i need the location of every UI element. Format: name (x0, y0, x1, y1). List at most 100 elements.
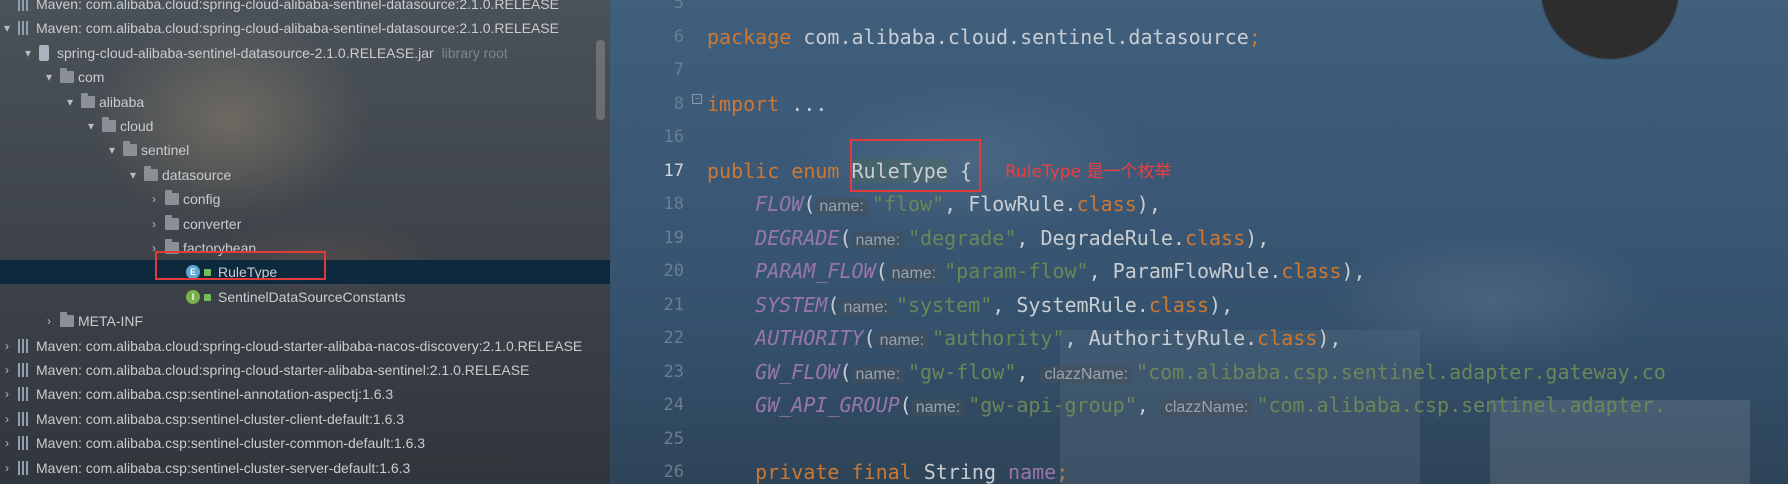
code-line[interactable]: GW_FLOW(name: "gw-flow", clazzName: "com.a… (707, 356, 1666, 389)
code-token: package (707, 24, 804, 49)
chevron-down-icon[interactable]: ▾ (105, 138, 119, 162)
tree-row[interactable]: ▾ spring-cloud-alibaba-sentinel-datasourc… (0, 41, 610, 65)
code-token: name (1008, 460, 1057, 484)
library-icon (18, 0, 30, 11)
code-token: ( (803, 192, 816, 216)
line-number: 16 (663, 127, 684, 147)
code-token: ( (839, 225, 852, 250)
highlight-box-editor-ruletype (850, 139, 981, 192)
chevron-right-icon[interactable]: › (0, 382, 14, 406)
parameter-hint: clazzName: (1040, 365, 1133, 383)
code-line[interactable]: DEGRADE(name: "degrade", DegradeRule.clas… (707, 222, 1269, 255)
line-number: 8 (673, 93, 684, 114)
chevron-right-icon[interactable]: › (147, 212, 161, 236)
chevron-right-icon[interactable]: › (0, 456, 14, 480)
code-token: ; (1056, 460, 1069, 484)
tree-row[interactable]: › Maven: com.alibaba.csp:sentinel-cluster… (0, 456, 610, 480)
tree-row[interactable]: › converter (0, 212, 610, 236)
tree-item-label: Maven: com.alibaba.cloud:spring-cloud-al… (36, 20, 559, 37)
code-line[interactable]: package com.alibaba.cloud.sentinel.datas… (707, 21, 1261, 54)
chevron-down-icon[interactable]: ▾ (0, 16, 14, 40)
tree-row[interactable]: Maven: com.alibaba.cloud:spring-cloud-al… (0, 0, 610, 16)
library-icon (18, 387, 30, 402)
tree-row[interactable]: ▾ cloud (0, 114, 610, 138)
code-token: ( (827, 292, 840, 317)
code-token: ), (1245, 225, 1270, 250)
code-token: DEGRADE (755, 225, 840, 250)
code-token: GW_API_GROUP (755, 393, 900, 417)
tree-row[interactable]: › Maven: com.alibaba.csp:sentinel-cluster… (0, 431, 610, 455)
tree-row[interactable]: › Maven: com.alibaba.cloud:spring-cloud-s… (0, 334, 610, 358)
code-token: "com.alibaba.csp.sentinel.adapter.gatewa… (1136, 359, 1666, 384)
tree-item-label: Maven: com.alibaba.cloud:spring-cloud-st… (36, 337, 583, 354)
chevron-right-icon[interactable]: › (147, 187, 161, 211)
lock-icon (204, 293, 211, 301)
chevron-right-icon[interactable]: › (0, 358, 14, 382)
code-line[interactable]: private final String name; (707, 456, 1068, 484)
code-token: ( (875, 259, 888, 283)
line-number: 21 (663, 294, 684, 315)
code-token: , (1136, 393, 1161, 417)
code-token: , (1016, 359, 1041, 384)
chevron-down-icon[interactable]: ▾ (63, 90, 77, 114)
chevron-right-icon[interactable]: › (0, 431, 14, 455)
fold-imports-icon[interactable]: − (692, 94, 702, 104)
code-token: SYSTEM (755, 292, 828, 317)
chevron-right-icon[interactable]: › (0, 407, 14, 431)
tree-row[interactable]: › Maven: com.alibaba.csp:sentinel-cluster… (0, 407, 610, 431)
code-token: class (1257, 326, 1318, 350)
annotation-text: RuleType 是一个枚举 (1005, 162, 1172, 182)
tree-row[interactable]: › Maven: com.alibaba.cloud:spring-cloud-s… (0, 358, 610, 382)
code-line[interactable]: import ... (707, 88, 827, 121)
code-line[interactable]: FLOW(name: "flow", FlowRule.class), (707, 188, 1161, 221)
line-number: 7 (673, 60, 684, 80)
parameter-hint: name: (851, 231, 904, 249)
tree-item-label: Maven: com.alibaba.csp:sentinel-cluster-… (36, 435, 426, 452)
folder-icon (144, 165, 158, 181)
code-line[interactable]: PARAM_FLOW(name: "param-flow", ParamFlowR… (707, 255, 1365, 288)
code-line[interactable]: SYSTEM(name: "system", SystemRule.class), (707, 289, 1233, 322)
code-token: public enum (707, 158, 852, 183)
tree-row[interactable]: ▾ datasource (0, 163, 610, 187)
tree-item-label: Maven: com.alibaba.cloud:spring-cloud-al… (36, 0, 559, 12)
chevron-right-icon[interactable]: › (0, 334, 14, 358)
code-token: String (923, 460, 1009, 484)
chevron-down-icon[interactable]: ▾ (84, 114, 98, 138)
tree-scrollbar[interactable] (596, 40, 605, 120)
parameter-hint: clazzName: (1160, 399, 1253, 416)
tree-item-label: Maven: com.alibaba.csp:sentinel-cluster-… (36, 410, 405, 427)
tree-row[interactable]: › Maven: com.alibaba.csp:sentinel-annotat… (0, 382, 610, 406)
line-number: 18 (663, 194, 684, 214)
code-line[interactable]: AUTHORITY(name: "authority", AuthorityRul… (707, 322, 1341, 355)
chevron-down-icon[interactable]: ▾ (21, 41, 35, 65)
folder-icon (81, 92, 95, 108)
library-icon (18, 338, 30, 353)
tree-item-label: com (78, 69, 105, 86)
chevron-down-icon[interactable]: ▾ (42, 65, 56, 89)
tree-row[interactable]: › config (0, 187, 610, 211)
folder-icon (60, 312, 74, 328)
tree-row[interactable]: I SentinelDataSourceConstants (0, 285, 610, 309)
line-number: 6 (673, 26, 684, 47)
code-editor[interactable]: − 5 6 package com.alibaba.cloud.sentinel.d… (610, 0, 1788, 484)
code-token: ( (839, 359, 852, 384)
chevron-down-icon[interactable]: ▾ (126, 163, 140, 187)
code-token: "degrade" (907, 225, 1017, 250)
line-number: 17 (663, 160, 684, 181)
code-token: "gw-api-group" (968, 393, 1137, 417)
chevron-right-icon[interactable]: › (42, 309, 56, 333)
code-token: GW_FLOW (755, 359, 840, 384)
tree-row[interactable]: ▾ alibaba (0, 90, 610, 114)
tree-row[interactable]: ▾ Maven: com.alibaba.cloud:spring-cloud-a… (0, 16, 610, 40)
tree-row[interactable]: › META-INF (0, 309, 610, 333)
tree-row[interactable]: ▾ sentinel (0, 138, 610, 162)
code-line[interactable]: GW_API_GROUP(name: "gw-api-group", clazzN… (707, 389, 1666, 422)
code-token: "flow" (871, 192, 945, 216)
tree-item-label: converter (183, 215, 242, 232)
tree-row[interactable]: ▾ com (0, 65, 610, 89)
